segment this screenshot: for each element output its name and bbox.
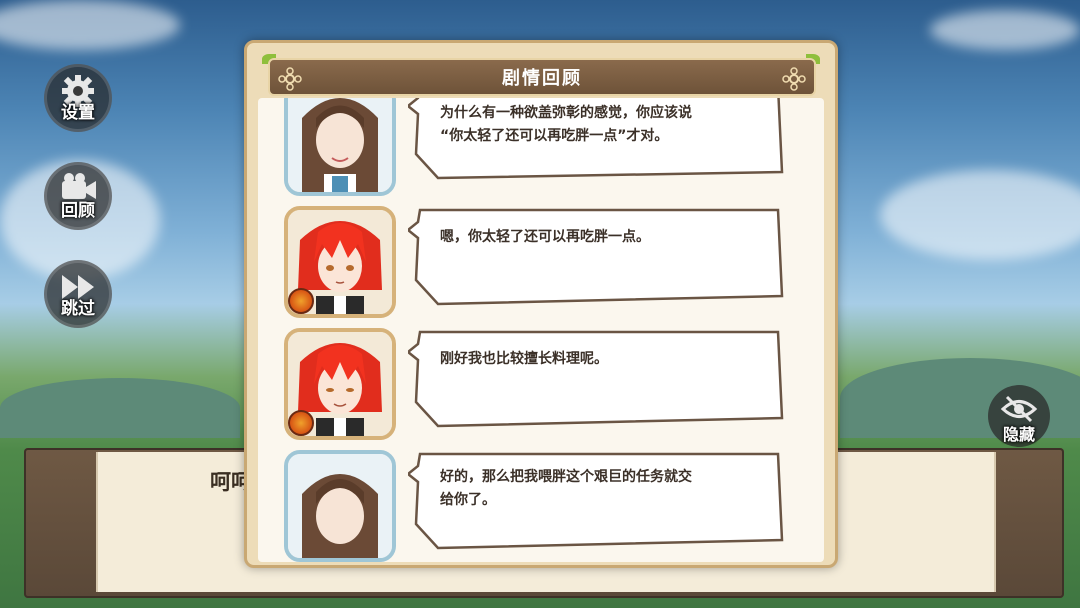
flower-ornament-icon	[278, 67, 302, 91]
review-label: 回顾	[61, 201, 95, 221]
log-text: 为什么有一种欲盖弥彰的感觉，你应该说 “你太轻了还可以再吃胖一点”才对。	[440, 102, 770, 148]
dialog-title-banner: 剧情回顾	[268, 58, 816, 96]
portrait-brown-haired-girl	[284, 450, 396, 562]
settings-label: 设置	[61, 103, 95, 123]
log-text: 好的，那么把我喂胖这个艰巨的任务就交 给你了。	[440, 466, 770, 512]
eye-slash-icon	[1000, 395, 1038, 423]
element-fire-badge	[288, 410, 314, 436]
log-line: 为什么有一种欲盖弥彰的感觉，你应该说	[440, 105, 692, 121]
portrait-brown-haired-girl	[284, 98, 396, 196]
log-entry: 为什么有一种欲盖弥彰的感觉，你应该说 “你太轻了还可以再吃胖一点”才对。	[258, 98, 824, 196]
speech-bubble	[408, 330, 784, 428]
element-fire-badge	[288, 288, 314, 314]
skip-label: 跳过	[61, 299, 95, 319]
hide-ui-button[interactable]: 隐藏	[988, 385, 1050, 447]
log-entry: 好的，那么把我喂胖这个艰巨的任务就交 给你了。	[258, 450, 824, 562]
log-text: 刚好我也比较擅长料理呢。	[440, 348, 770, 371]
log-entry: 刚好我也比较擅长料理呢。	[258, 328, 824, 440]
log-text: 嗯，你太轻了还可以再吃胖一点。	[440, 226, 770, 249]
log-entry: 嗯，你太轻了还可以再吃胖一点。	[258, 206, 824, 318]
review-button[interactable]: 回顾	[44, 162, 112, 230]
settings-button[interactable]: 设置	[44, 64, 112, 132]
log-line: 嗯，你太轻了还可以再吃胖一点。	[440, 229, 650, 245]
hide-ui-label: 隐藏	[1002, 425, 1035, 444]
dialog-title: 剧情回顾	[502, 68, 582, 89]
speech-bubble	[408, 208, 784, 306]
skip-button[interactable]: 跳过	[44, 260, 112, 328]
log-line: “你太轻了还可以再吃胖一点”才对。	[440, 128, 669, 144]
log-line: 刚好我也比较擅长料理呢。	[440, 351, 608, 367]
flower-ornament-icon	[782, 67, 806, 91]
log-line: 好的，那么把我喂胖这个艰巨的任务就交	[440, 469, 692, 485]
review-log-list[interactable]: 为什么有一种欲盖弥彰的感觉，你应该说 “你太轻了还可以再吃胖一点”才对。 嗯，你…	[258, 98, 824, 562]
log-line: 给你了。	[440, 492, 496, 508]
